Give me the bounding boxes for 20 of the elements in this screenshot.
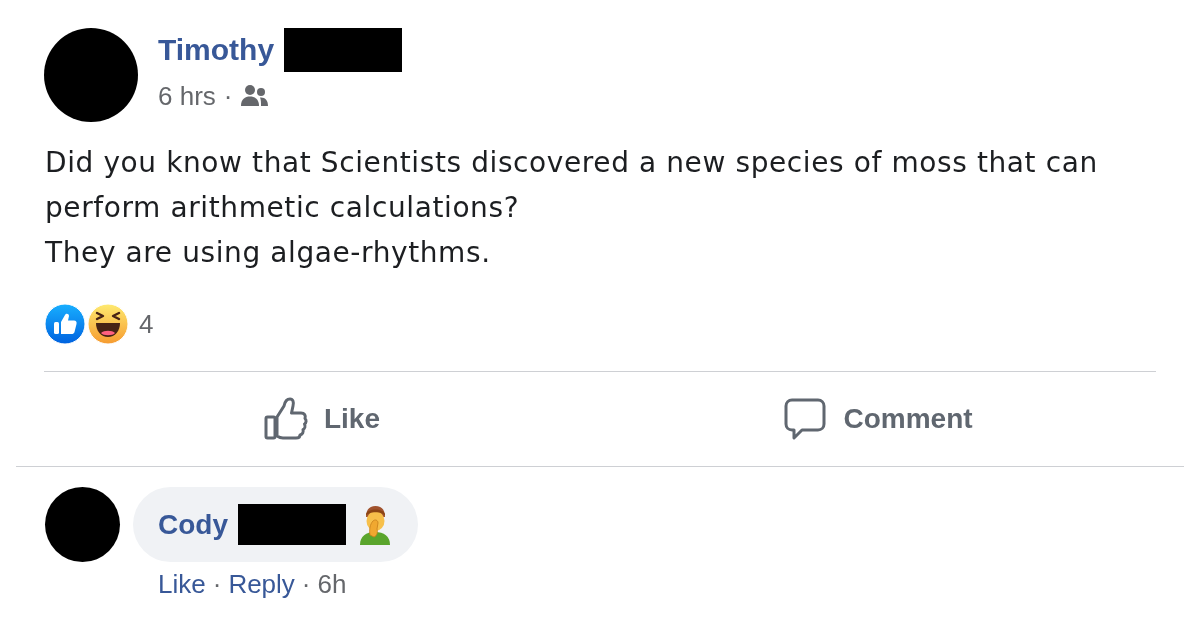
- post-text: They are using algae-rhythms.: [45, 235, 492, 271]
- comment-link[interactable]: Reply: [228, 571, 295, 597]
- post-time: 6 hrs: [158, 83, 216, 109]
- like-button[interactable]: Like: [260, 393, 384, 445]
- reaction-count: 4: [139, 311, 154, 337]
- separator-dot: ·: [301, 571, 311, 597]
- laughing-emoji-icon: [87, 303, 129, 345]
- author-name[interactable]: Timothy: [158, 35, 275, 65]
- person-emoji-icon: [358, 504, 392, 545]
- commenter-name[interactable]: Cody: [158, 510, 228, 539]
- people-icon: [240, 84, 270, 108]
- thumbs-up-icon: [264, 397, 308, 441]
- separator-dot: ·: [223, 83, 233, 109]
- separator-dot: ·: [212, 571, 222, 597]
- thumbs-up-reaction-icon: [44, 303, 86, 345]
- comment-link[interactable]: Like: [158, 571, 206, 597]
- post-text: Did you know that Scientists discovered a new species of moss that can perform arithmetic calculations?: [45, 145, 1099, 226]
- comment-time: 6h: [317, 571, 347, 597]
- comment-button[interactable]: Comment: [779, 393, 977, 445]
- speech-bubble-icon: [783, 397, 828, 441]
